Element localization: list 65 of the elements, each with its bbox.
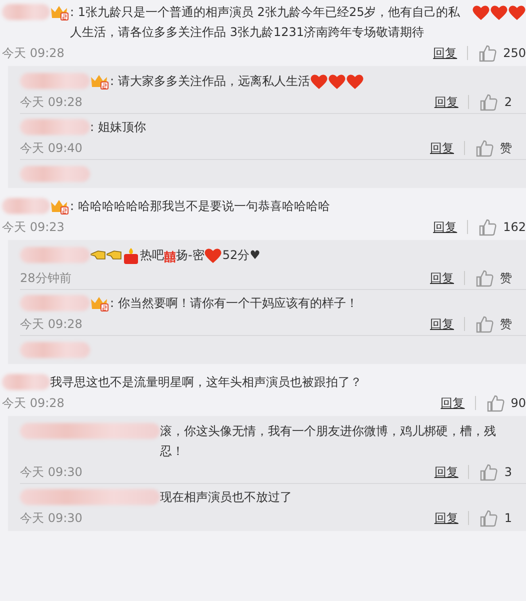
like-icon (479, 462, 498, 482)
timestamp: 今天 09:23 (2, 219, 66, 236)
heart-icon (204, 247, 222, 264)
like-icon (479, 508, 498, 528)
heart-icon (310, 73, 328, 90)
reply-link[interactable]: 回复 (430, 271, 465, 285)
comment-text: : 你当然要啊！请你有一个干妈应该有的样子！ (110, 295, 358, 312)
like-icon (475, 268, 494, 288)
blurred-username (2, 4, 50, 20)
like-icon (475, 138, 494, 158)
like-count: 赞 (500, 316, 512, 333)
heart-icon (490, 4, 508, 21)
blurred-username (2, 374, 50, 390)
heart-icon (346, 73, 364, 90)
reply-link[interactable]: 回复 (433, 220, 468, 234)
reply-link[interactable]: 回复 (434, 511, 470, 525)
heart-icon (328, 73, 346, 90)
comment-text: 52分♥ (222, 247, 260, 264)
like-count: 1 (504, 510, 512, 527)
comment-text: 热吧 (140, 247, 164, 264)
comment-text: 滚，你这头像无情，我有一个朋友进你微博，鸡儿梆硬，槽，残忍！ (160, 423, 497, 460)
comment-text: : 哈哈哈哈哈哈那我岂不是要说一句恭喜哈哈哈哈 (70, 198, 330, 215)
reply-link[interactable]: 回复 (440, 396, 476, 410)
comment-text: : 姐妹顶你 (90, 119, 146, 136)
heart-icon (508, 4, 526, 21)
like-icon (478, 218, 498, 236)
blurred-username (20, 119, 90, 135)
blurred-username (20, 342, 90, 358)
timestamp: 今天 09:30 (20, 510, 84, 527)
like-icon (478, 44, 498, 62)
timestamp: 今天 09:28 (2, 395, 66, 412)
comment-text: 我寻思这也不是流量明星啊，这年头相声演员也被跟拍了？ (50, 374, 362, 391)
like-count: 162 (503, 219, 526, 236)
timestamp: 今天 09:28 (20, 94, 84, 111)
timestamp: 今天 09:28 (2, 45, 66, 62)
sticker-label: 囍 (164, 249, 176, 266)
reply-link[interactable]: 回复 (430, 317, 465, 331)
blurred-username (20, 247, 90, 263)
reply-link[interactable]: 回复 (433, 46, 468, 60)
comment-text: 扬-密 (176, 247, 204, 264)
comment-text: : 1张九龄只是一个普通的相声演员 2张九龄今年已经25岁，他有自己的私人生活，请各位多多关注作品 3张九龄1231济南跨年专场敬请期待 (70, 4, 462, 41)
like-count: 赞 (500, 270, 512, 287)
blurred-username (20, 73, 90, 89)
reply-link[interactable]: 回复 (434, 95, 470, 109)
heart-icon (472, 4, 490, 21)
like-icon (486, 394, 505, 412)
blurred-username (20, 166, 90, 182)
reply-link[interactable]: 回复 (434, 465, 470, 479)
blurred-username (20, 295, 90, 311)
like-icon (479, 92, 498, 112)
blurred-username (2, 198, 50, 214)
like-count: 90 (510, 395, 526, 412)
comment-text: 现在相声演员也不放过了 (160, 489, 292, 506)
timestamp: 28分钟前 (20, 270, 72, 287)
candle-icon (122, 247, 140, 265)
timestamp: 今天 09:40 (20, 140, 84, 157)
like-count: 2 (504, 94, 512, 111)
like-icon (475, 314, 494, 334)
comment-text: : 请大家多多关注作品，远离私人生活 (110, 73, 310, 90)
timestamp: 今天 09:30 (20, 464, 84, 481)
timestamp: 今天 09:28 (20, 316, 84, 333)
like-count: 3 (504, 464, 512, 481)
like-count: 250 (503, 45, 526, 62)
reply-link[interactable]: 回复 (430, 141, 465, 155)
like-count: 赞 (500, 140, 512, 157)
